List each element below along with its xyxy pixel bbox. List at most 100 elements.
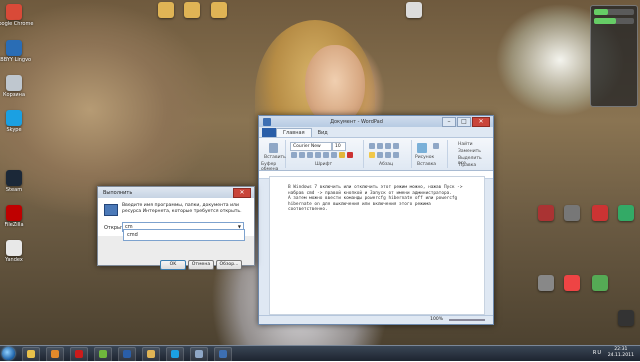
strikethrough-icon[interactable] xyxy=(315,152,321,158)
cancel-button[interactable]: Отмена xyxy=(188,260,214,270)
decrease-indent-icon[interactable] xyxy=(369,143,375,149)
utorrent-icon xyxy=(99,350,107,358)
paste-label: Вставить xyxy=(264,155,286,160)
desktop-icon-right-5[interactable] xyxy=(558,275,586,292)
desktop-icon-right-1[interactable] xyxy=(558,205,586,222)
skype-icon xyxy=(171,350,179,358)
desktop-icon-right-2[interactable] xyxy=(586,205,614,222)
desktop-icon-left-1[interactable]: ABBYY Lingvo xyxy=(0,40,32,63)
paragraph-group-label: Абзац xyxy=(379,162,394,167)
desktop-icon-right-icon xyxy=(592,275,608,291)
font-group-label: Шрифт xyxy=(315,162,333,167)
list-icon[interactable] xyxy=(385,143,391,149)
replace-button[interactable]: Заменить xyxy=(458,149,481,154)
subscript-icon[interactable] xyxy=(323,152,329,158)
insert-group: Рисунок Вставка xyxy=(413,140,448,168)
close-button[interactable]: ✕ xyxy=(472,116,490,127)
desktop-icon-left-3[interactable]: Skype xyxy=(0,110,28,133)
underline-icon[interactable] xyxy=(307,152,313,158)
run-dialog-titlebar[interactable]: Выполнить ✕ xyxy=(98,187,254,198)
line-spacing-icon[interactable] xyxy=(393,143,399,149)
ribbon: Вставить Буфер обмена Courier New 10 Шри… xyxy=(259,137,493,172)
desktop-icon-right-icon xyxy=(538,205,554,221)
paste-icon[interactable] xyxy=(269,143,278,153)
wordpad-window[interactable]: Документ - WordPad – □ ✕ Главная Вид Вст… xyxy=(258,115,494,325)
align-center-icon[interactable] xyxy=(377,152,383,158)
desktop-icon-left-label: Google Chrome xyxy=(0,21,34,27)
align-left-icon[interactable] xyxy=(369,152,375,158)
desktop-icon-left-0[interactable]: Google Chrome xyxy=(0,4,33,27)
wordpad-icon xyxy=(219,350,227,358)
align-right-icon[interactable] xyxy=(385,152,391,158)
clock[interactable]: 22:31 24.11.2011 xyxy=(608,347,634,359)
increase-indent-icon[interactable] xyxy=(377,143,383,149)
explorer-icon xyxy=(27,350,35,358)
desktop-icon-right-icon xyxy=(538,275,554,291)
run-description: Введите имя программы, папки, документа … xyxy=(122,203,242,214)
font-name-select[interactable]: Courier New xyxy=(290,142,332,151)
desktop-icon-top-1[interactable] xyxy=(178,2,206,19)
clipboard-group-label: Буфер обмена xyxy=(261,162,279,172)
desktop-icon-right-7[interactable] xyxy=(612,310,640,327)
zoom-slider[interactable] xyxy=(449,319,485,321)
desktop-icon-top-2[interactable] xyxy=(205,2,233,19)
wallpaper-face xyxy=(305,45,365,125)
desktop-icon-left-label: Skype xyxy=(6,127,22,133)
desktop-icon-right-icon xyxy=(618,205,634,221)
desktop-icon-left-icon xyxy=(6,205,22,221)
desktop-icon-top-3[interactable] xyxy=(400,2,428,19)
tray-language[interactable]: RU xyxy=(593,350,602,356)
taskbar: RU 22:31 24.11.2011 xyxy=(0,345,640,362)
run-dialog[interactable]: Выполнить ✕ Введите имя программы, папки… xyxy=(97,186,255,270)
file-menu-button[interactable] xyxy=(262,128,276,137)
desktop-icon-left-6[interactable]: Yandex xyxy=(0,240,28,263)
document-text[interactable]: В Windows 7 включить или отключить этот … xyxy=(288,185,473,213)
word-icon xyxy=(123,350,131,358)
italic-icon[interactable] xyxy=(299,152,305,158)
minimize-button[interactable]: – xyxy=(442,116,456,127)
desktop-icon-top-icon xyxy=(211,2,227,18)
autocomplete-suggestion[interactable]: cmd xyxy=(123,229,245,241)
run-close-button[interactable]: ✕ xyxy=(233,187,251,198)
ok-button[interactable]: OK xyxy=(160,260,186,270)
paragraph-group: Абзац xyxy=(365,140,412,168)
tab-home[interactable]: Главная xyxy=(276,128,312,137)
font-size-select[interactable]: 10 xyxy=(332,142,346,151)
wordpad-titlebar[interactable]: Документ - WordPad – □ ✕ xyxy=(259,116,493,127)
desktop-icon-left-5[interactable]: FileZilla xyxy=(0,205,28,228)
justify-icon[interactable] xyxy=(393,152,399,158)
superscript-icon[interactable] xyxy=(331,152,337,158)
desktop-icon-right-0[interactable] xyxy=(532,205,560,222)
highlight-icon[interactable] xyxy=(339,152,345,158)
bold-icon[interactable] xyxy=(291,152,297,158)
edit-group-label: Правка xyxy=(459,163,477,168)
find-button[interactable]: Найти xyxy=(458,142,473,147)
browse-button[interactable]: Обзор... xyxy=(216,260,242,270)
start-button[interactable] xyxy=(2,347,15,360)
desktop-icon-left-icon xyxy=(6,40,22,56)
ribbon-tabs: Главная Вид xyxy=(259,127,493,137)
desktop-icon-right-3[interactable] xyxy=(612,205,640,222)
run-icon xyxy=(195,350,203,358)
desktop-icon-left-label: FileZilla xyxy=(4,222,24,228)
desktop-icon-left-icon xyxy=(6,110,22,126)
maximize-button[interactable]: □ xyxy=(457,116,471,127)
desktop-icon-left-2[interactable]: Корзина xyxy=(0,75,28,98)
tab-view[interactable]: Вид xyxy=(312,129,334,137)
media-icon xyxy=(51,350,59,358)
desktop-icon-left-label: ABBYY Lingvo xyxy=(0,57,32,63)
clipboard-group: Вставить Буфер обмена xyxy=(261,140,286,172)
picture-icon[interactable] xyxy=(417,143,427,153)
opera-icon xyxy=(75,350,83,358)
paint-drawing-icon[interactable] xyxy=(433,143,439,149)
desktop-icon-top-icon xyxy=(158,2,174,18)
run-icon xyxy=(104,204,118,216)
font-color-icon[interactable] xyxy=(347,152,353,158)
desktop-icon-top-0[interactable] xyxy=(152,2,180,19)
desktop-icon-right-icon xyxy=(564,275,580,291)
desktop-icon-right-4[interactable] xyxy=(532,275,560,292)
desktop-icon-right-6[interactable] xyxy=(586,275,614,292)
document-page[interactable]: В Windows 7 включить или отключить этот … xyxy=(269,176,485,315)
desktop-icon-left-4[interactable]: Steam xyxy=(0,170,28,193)
quick-access-icon[interactable] xyxy=(263,117,271,126)
